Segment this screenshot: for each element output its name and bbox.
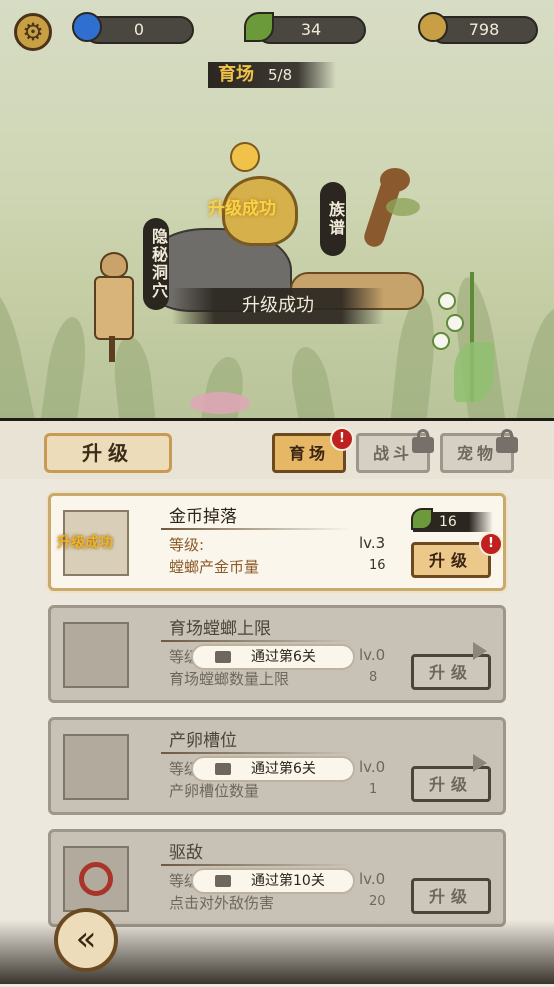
play-arrow-icon bbox=[473, 642, 487, 660]
unlock-requirement: 通过第10关 bbox=[191, 868, 355, 894]
divider bbox=[161, 752, 351, 754]
breeding-ground-banner: 育场 5/8 bbox=[208, 62, 336, 88]
repel-enemy-thumbnail bbox=[63, 846, 129, 912]
unlock-text: 通过第6关 bbox=[251, 761, 316, 777]
upgrade-desc: 育场螳螂数量上限 bbox=[169, 670, 290, 688]
tab-label: 宠物 bbox=[456, 444, 497, 463]
play-arrow-icon bbox=[473, 754, 487, 772]
level-label: 等级: bbox=[169, 536, 205, 554]
red-target-icon bbox=[79, 862, 113, 896]
back-arrow-icon[interactable]: « bbox=[54, 908, 118, 972]
upgrade-card-coin-drop: 升级成功 金币掉落 等级: 螳螂产金币量 lv.3 16 16 升级 ! bbox=[48, 493, 506, 591]
divider bbox=[161, 640, 351, 642]
family-tree-sign[interactable]: 族谱 bbox=[320, 182, 346, 256]
stat-value: 8 bbox=[369, 670, 378, 685]
upgrade-name: 驱敌 bbox=[169, 843, 203, 863]
egg-slot-thumbnail bbox=[63, 734, 129, 800]
stat-value: 20 bbox=[369, 894, 386, 909]
grass-decoration bbox=[515, 304, 554, 418]
upgrade-desc: 产卵槽位数量 bbox=[169, 782, 260, 800]
upgrade-alert-badge: ! bbox=[479, 532, 503, 556]
upgrade-name: 产卵槽位 bbox=[169, 731, 237, 751]
panel-header: 升级 育场 ! 战斗 宠物 bbox=[0, 421, 554, 481]
panel-title: 升级 bbox=[44, 433, 172, 473]
grass-decoration bbox=[286, 344, 336, 418]
upgrade-desc: 螳螂产金币量 bbox=[169, 558, 260, 576]
banner-title: 育场 bbox=[218, 64, 254, 85]
mantis-character[interactable] bbox=[350, 168, 420, 268]
top-bar: ⚙ 0 34 798 bbox=[0, 0, 554, 62]
unlock-text: 通过第6关 bbox=[251, 649, 316, 665]
leaf-count: 34 bbox=[300, 20, 322, 39]
lock-icon bbox=[412, 429, 434, 453]
upgrade-success-toast: 升级成功 bbox=[172, 288, 384, 324]
upgrade-name: 育场螳螂上限 bbox=[169, 619, 271, 639]
level-value: lv.0 bbox=[359, 758, 386, 776]
blue-gem-icon bbox=[72, 12, 102, 42]
tab-label: 育场 bbox=[288, 444, 329, 463]
thumb-effect-text: 升级成功 bbox=[57, 535, 113, 551]
coin-icon bbox=[418, 12, 448, 42]
unlock-text: 通过第10关 bbox=[251, 873, 325, 889]
unlock-requirement: 通过第6关 bbox=[191, 644, 355, 670]
tab-alert-badge: ! bbox=[330, 427, 354, 451]
leaf-icon bbox=[411, 508, 433, 530]
coin-count: 798 bbox=[468, 20, 500, 39]
lock-icon bbox=[215, 651, 231, 663]
tab-label: 战斗 bbox=[372, 444, 413, 463]
upgrade-card-repel-enemy: 驱敌 等级: 点击对外敌伤害 lv.0 20 升级 通过第10关 bbox=[48, 829, 506, 927]
level-value: lv.0 bbox=[359, 646, 386, 664]
coin-drop-thumbnail: 升级成功 bbox=[57, 510, 129, 576]
gem-count: 0 bbox=[133, 20, 145, 39]
level-value: lv.0 bbox=[359, 870, 386, 888]
grass-decoration bbox=[40, 314, 92, 418]
gear-icon[interactable]: ⚙ bbox=[14, 13, 52, 51]
lock-icon bbox=[215, 875, 231, 887]
lock-icon bbox=[496, 429, 518, 453]
stat-value: 16 bbox=[369, 558, 386, 573]
stat-value: 1 bbox=[369, 782, 378, 797]
lock-icon bbox=[215, 763, 231, 775]
hidden-cave-sign[interactable]: 隐秘洞穴 bbox=[143, 218, 169, 310]
upgrade-name: 金币掉落 bbox=[169, 507, 237, 527]
scarecrow bbox=[92, 252, 134, 362]
grass-decoration bbox=[0, 285, 36, 418]
upgrade-effect-text: 升级成功 bbox=[208, 199, 276, 219]
upgrade-desc: 点击对外敌伤害 bbox=[169, 894, 275, 912]
upgrade-card-egg-slots: 产卵槽位 等级: 产卵槽位数量 lv.0 1 升级 通过第6关 bbox=[48, 717, 506, 815]
divider bbox=[161, 864, 351, 866]
banner-count: 5/8 bbox=[268, 66, 293, 84]
pink-mantis[interactable] bbox=[190, 392, 250, 414]
leaf-icon bbox=[244, 12, 274, 42]
upgrade-button[interactable]: 升级 bbox=[411, 878, 491, 914]
level-value: lv.3 bbox=[359, 534, 386, 552]
upgrade-cost: 16 bbox=[411, 508, 493, 532]
cost-value: 16 bbox=[439, 514, 457, 530]
mantis-limit-thumbnail bbox=[63, 622, 129, 688]
upgrade-panel: 升级 育场 ! 战斗 宠物 升级成功 金币掉落 等级: 螳螂产金币量 lv.3 … bbox=[0, 418, 554, 987]
upgrade-card-mantis-limit: 育场螳螂上限 等级: 育场螳螂数量上限 lv.0 8 升级 通过第6关 bbox=[48, 605, 506, 703]
yellow-flower-icon bbox=[230, 142, 260, 172]
divider bbox=[161, 528, 351, 530]
lily-plant bbox=[420, 232, 500, 402]
unlock-requirement: 通过第6关 bbox=[191, 756, 355, 782]
